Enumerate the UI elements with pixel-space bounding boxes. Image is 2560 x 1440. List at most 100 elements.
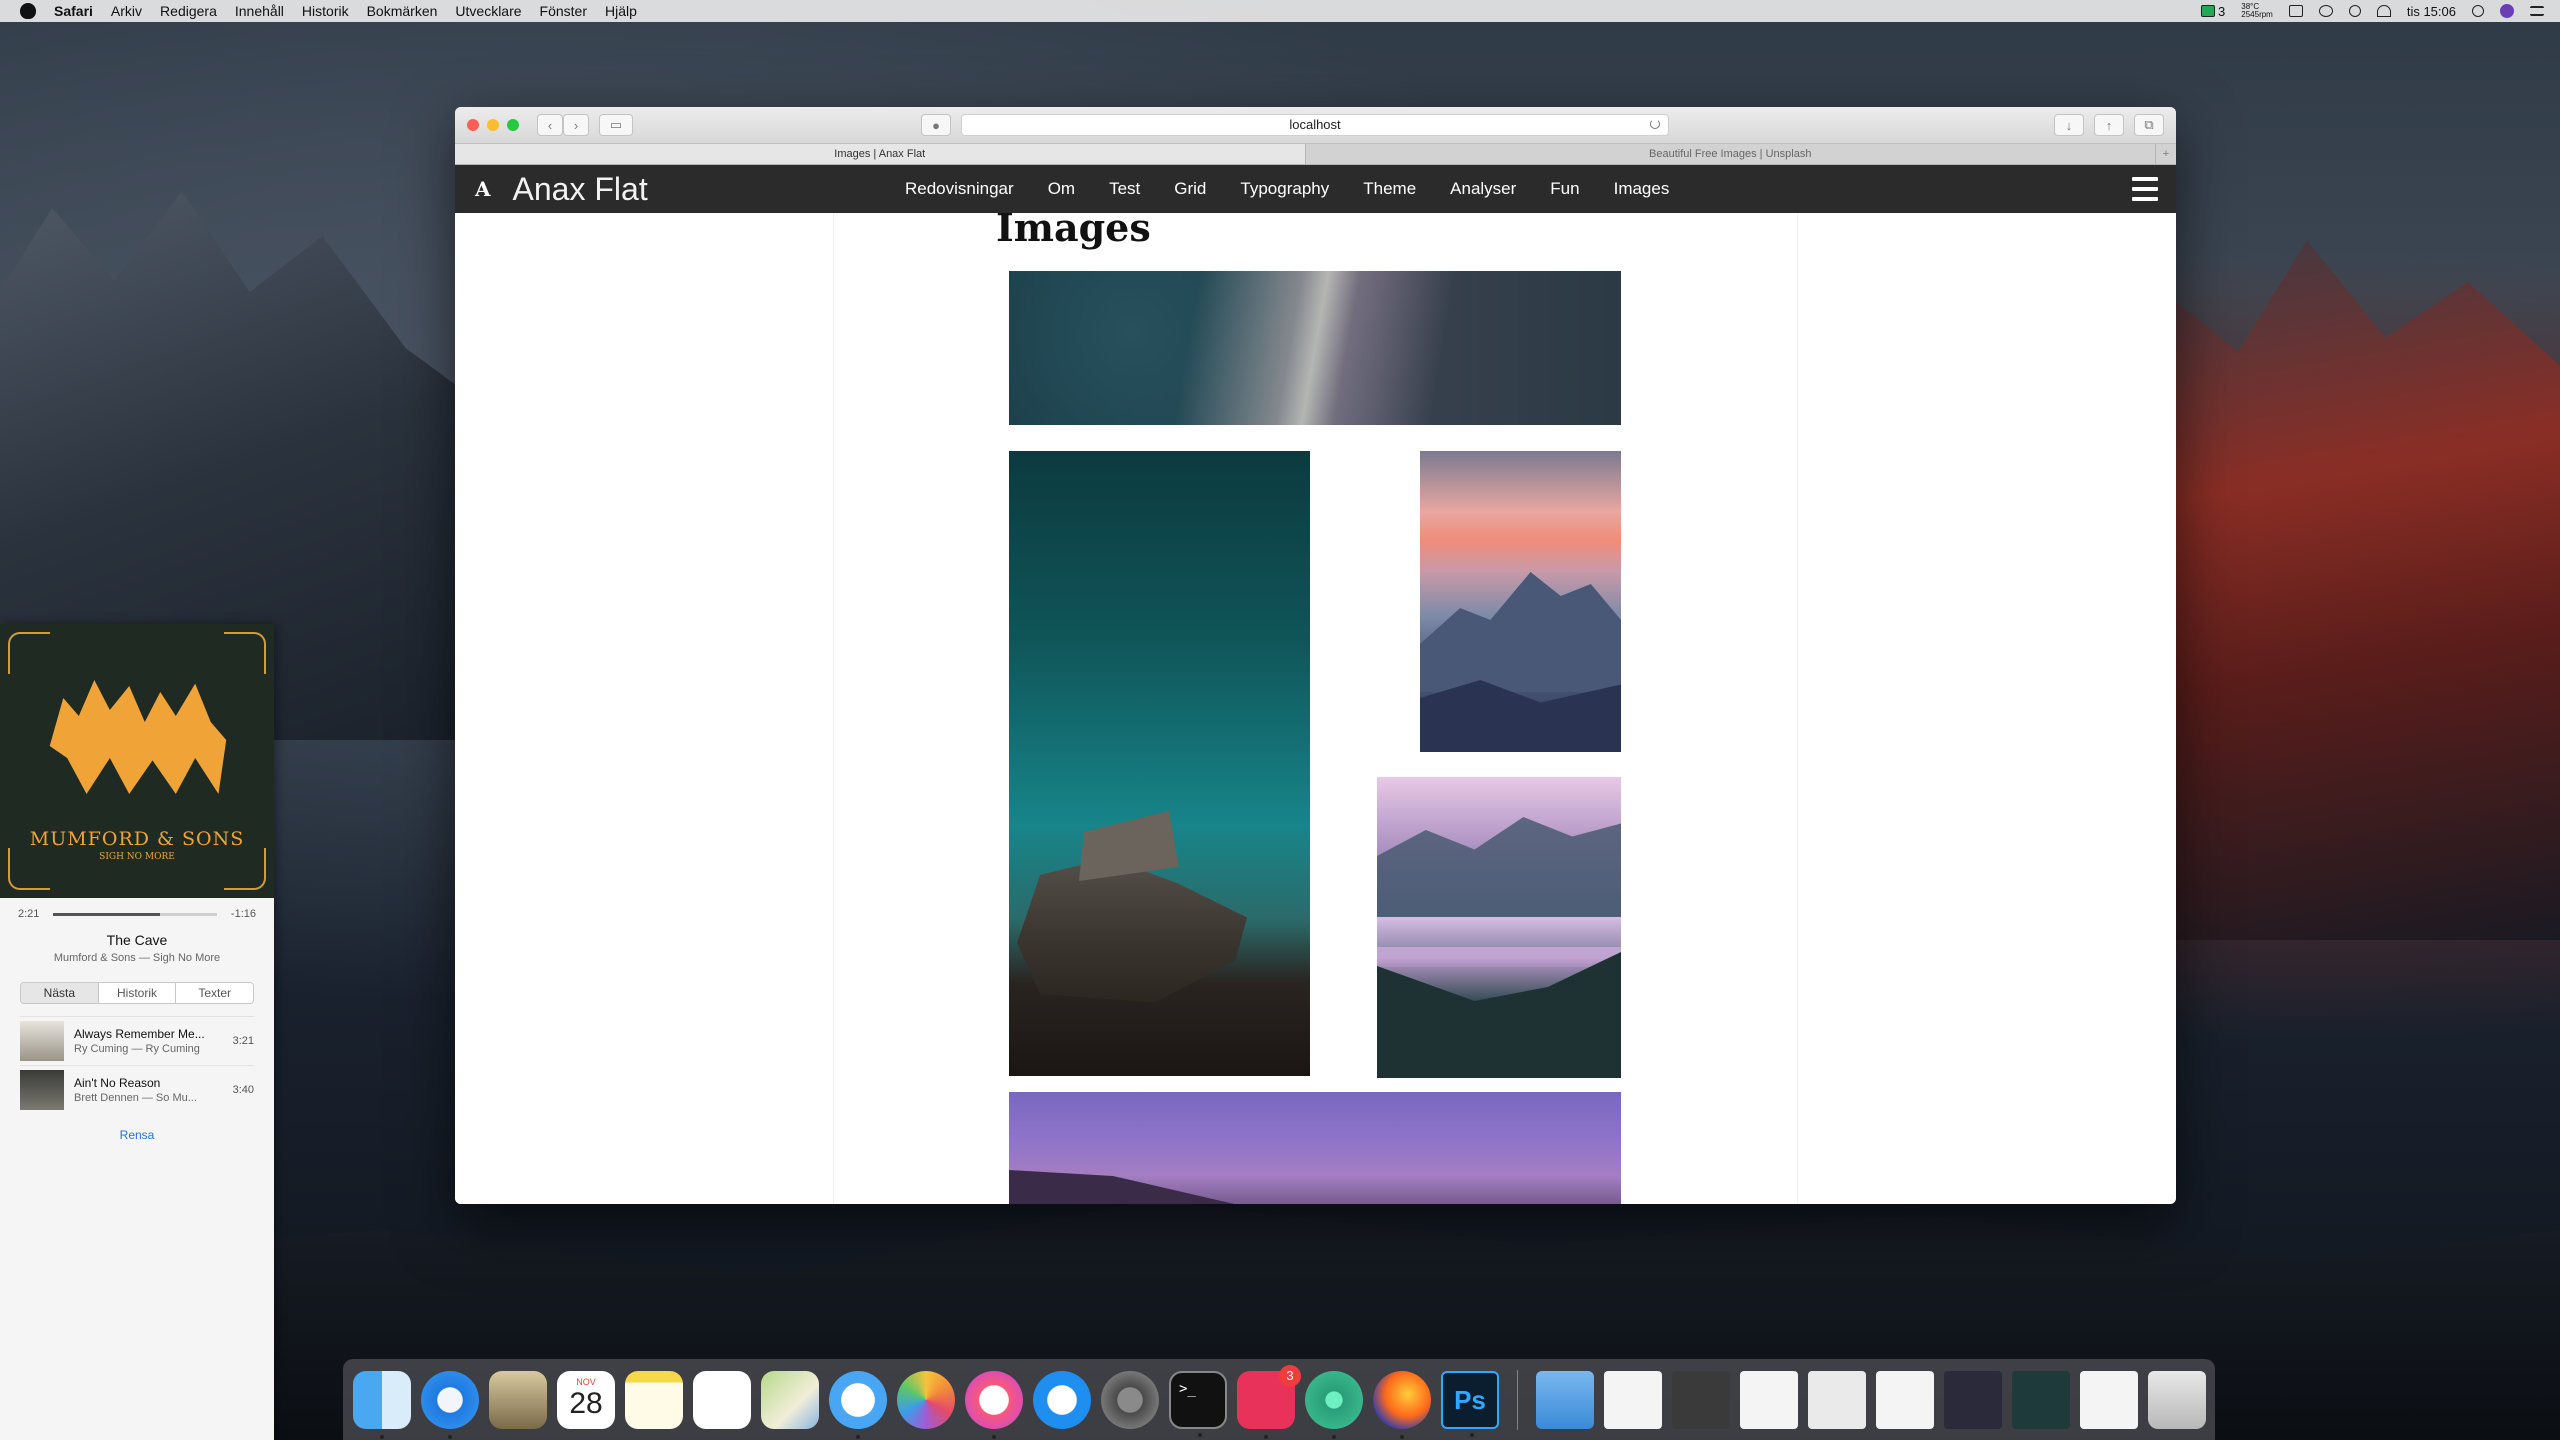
- nav-analyser[interactable]: Analyser: [1450, 179, 1516, 199]
- album-artist: MUMFORD & SONS: [29, 828, 245, 850]
- status-app-icon: [2201, 5, 2216, 17]
- list-item[interactable]: Ain't No Reason Brett Dennen — So Mu... …: [20, 1065, 254, 1114]
- maps-icon[interactable]: [761, 1370, 819, 1429]
- close-button[interactable]: [467, 119, 479, 131]
- app-store-icon[interactable]: [1033, 1370, 1091, 1429]
- remaining-time: -1:16: [230, 908, 256, 920]
- sidebar-toggle-button[interactable]: ▭: [599, 114, 633, 136]
- tab-overview-button[interactable]: ⧉: [2134, 114, 2164, 136]
- nav-test[interactable]: Test: [1109, 179, 1140, 199]
- hamburger-menu-icon[interactable]: [2132, 177, 2158, 201]
- reload-icon[interactable]: [1650, 119, 1660, 129]
- photoshop-icon[interactable]: Ps: [1441, 1370, 1499, 1437]
- itunes-icon[interactable]: [965, 1370, 1023, 1439]
- menu-bokmarken[interactable]: Bokmärken: [367, 3, 438, 19]
- siri-icon[interactable]: [2500, 4, 2514, 18]
- messages-icon[interactable]: [829, 1370, 887, 1439]
- window-thumbnail[interactable]: [1672, 1370, 1730, 1429]
- system-preferences-icon[interactable]: [1101, 1370, 1159, 1429]
- safari-icon[interactable]: [421, 1370, 479, 1439]
- queue-track-duration: 3:40: [232, 1084, 254, 1096]
- back-button[interactable]: ‹: [537, 114, 563, 136]
- downloads-button[interactable]: ↓: [2054, 114, 2084, 136]
- forward-button[interactable]: ›: [563, 114, 589, 136]
- photos-icon[interactable]: [897, 1370, 955, 1429]
- site-title[interactable]: Anax Flat: [513, 171, 648, 208]
- zoom-button[interactable]: [507, 119, 519, 131]
- dock-separator: [1517, 1369, 1518, 1430]
- segment-texter[interactable]: Texter: [175, 983, 253, 1003]
- nav-theme[interactable]: Theme: [1363, 179, 1416, 199]
- time-machine-icon[interactable]: [2318, 5, 2333, 17]
- segment-historik[interactable]: Historik: [97, 983, 176, 1003]
- tab-images-anax-flat[interactable]: Images | Anax Flat: [455, 144, 1305, 164]
- share-button[interactable]: ↑: [2094, 114, 2124, 136]
- finder-icon[interactable]: [353, 1370, 411, 1439]
- spotlight-search-icon[interactable]: [2472, 5, 2484, 17]
- menu-redigera[interactable]: Redigera: [160, 3, 217, 19]
- minimize-button[interactable]: [487, 119, 499, 131]
- nav-images[interactable]: Images: [1614, 179, 1670, 199]
- clock[interactable]: tis 15:06: [2407, 4, 2456, 19]
- nav-typography[interactable]: Typography: [1240, 179, 1329, 199]
- image-shipwreck[interactable]: [1009, 451, 1310, 1076]
- clear-queue-button[interactable]: Rensa: [0, 1128, 274, 1142]
- wifi-icon[interactable]: [2376, 5, 2391, 17]
- image-milky-way[interactable]: [1009, 271, 1621, 425]
- notification-center-icon[interactable]: [2530, 6, 2544, 16]
- image-purple-sky[interactable]: [1009, 1092, 1621, 1204]
- new-tab-button[interactable]: +: [2155, 144, 2176, 164]
- window-thumbnail[interactable]: [1876, 1370, 1934, 1429]
- status-app-indicator[interactable]: 3: [2201, 4, 2225, 19]
- segment-nasta[interactable]: Nästa: [21, 983, 98, 1003]
- tab-unsplash[interactable]: Beautiful Free Images | Unsplash: [1304, 144, 2156, 164]
- nav-om[interactable]: Om: [1048, 179, 1075, 199]
- ornament-icon: [8, 632, 50, 674]
- airplay-icon[interactable]: [2288, 5, 2303, 17]
- window-thumbnail[interactable]: [1944, 1370, 2002, 1429]
- address-bar[interactable]: localhost: [961, 114, 1669, 136]
- bluetooth-icon[interactable]: [2348, 5, 2361, 17]
- mail-icon[interactable]: [489, 1370, 547, 1429]
- window-thumbnail[interactable]: [1808, 1370, 1866, 1429]
- menu-historik[interactable]: Historik: [302, 3, 349, 19]
- sidebar-icon: ▭: [609, 117, 623, 132]
- calendar-icon[interactable]: NOV 28: [557, 1370, 615, 1429]
- privacy-button[interactable]: ●: [921, 114, 951, 136]
- dock: NOV 28 >_ 3 Ps: [343, 1359, 2215, 1440]
- menu-innehall[interactable]: Innehåll: [235, 3, 284, 19]
- nav-redovisningar[interactable]: Redovisningar: [905, 179, 1014, 199]
- terminal-icon[interactable]: >_: [1169, 1370, 1227, 1437]
- window-thumbnail[interactable]: [2080, 1370, 2138, 1429]
- window-thumbnail[interactable]: [1740, 1370, 1798, 1429]
- music-widget: MUMFORD & SONS SIGH NO MORE 2:21 -1:16 T…: [0, 624, 274, 1440]
- menu-hjalp[interactable]: Hjälp: [605, 3, 637, 19]
- menu-utvecklare[interactable]: Utvecklare: [455, 3, 521, 19]
- download-icon: ↓: [2065, 117, 2073, 133]
- queue-track-title: Always Remember Me...: [74, 1027, 205, 1041]
- reminders-icon[interactable]: [693, 1370, 751, 1429]
- image-misty-valley[interactable]: [1377, 777, 1621, 1078]
- notes-icon[interactable]: [625, 1370, 683, 1429]
- window-controls: [467, 119, 519, 131]
- menu-fonster[interactable]: Fönster: [540, 3, 587, 19]
- menu-app-safari[interactable]: Safari: [54, 3, 93, 19]
- toolbar-right: ↓ ↑ ⧉: [2054, 114, 2164, 136]
- atom-icon[interactable]: [1305, 1370, 1363, 1439]
- image-mountain-sunset[interactable]: [1420, 451, 1621, 752]
- system-monitor[interactable]: 38°C 2545rpm: [2241, 3, 2273, 19]
- window-thumbnail[interactable]: [1604, 1370, 1662, 1429]
- apple-icon[interactable]: [20, 3, 36, 19]
- podcast-app-icon[interactable]: 3: [1237, 1364, 1301, 1439]
- window-thumbnail[interactable]: [2012, 1370, 2070, 1429]
- trash-icon[interactable]: [2148, 1370, 2206, 1429]
- nav-fun[interactable]: Fun: [1550, 179, 1579, 199]
- list-item[interactable]: Always Remember Me... Ry Cuming — Ry Cum…: [20, 1016, 254, 1065]
- firefox-icon[interactable]: [1373, 1370, 1431, 1439]
- nav-grid[interactable]: Grid: [1174, 179, 1206, 199]
- menu-arkiv[interactable]: Arkiv: [111, 3, 142, 19]
- folder-icon[interactable]: [1536, 1370, 1594, 1429]
- column-divider: [833, 213, 834, 1204]
- site-logo[interactable]: A: [475, 177, 491, 201]
- progress-slider[interactable]: [53, 912, 217, 916]
